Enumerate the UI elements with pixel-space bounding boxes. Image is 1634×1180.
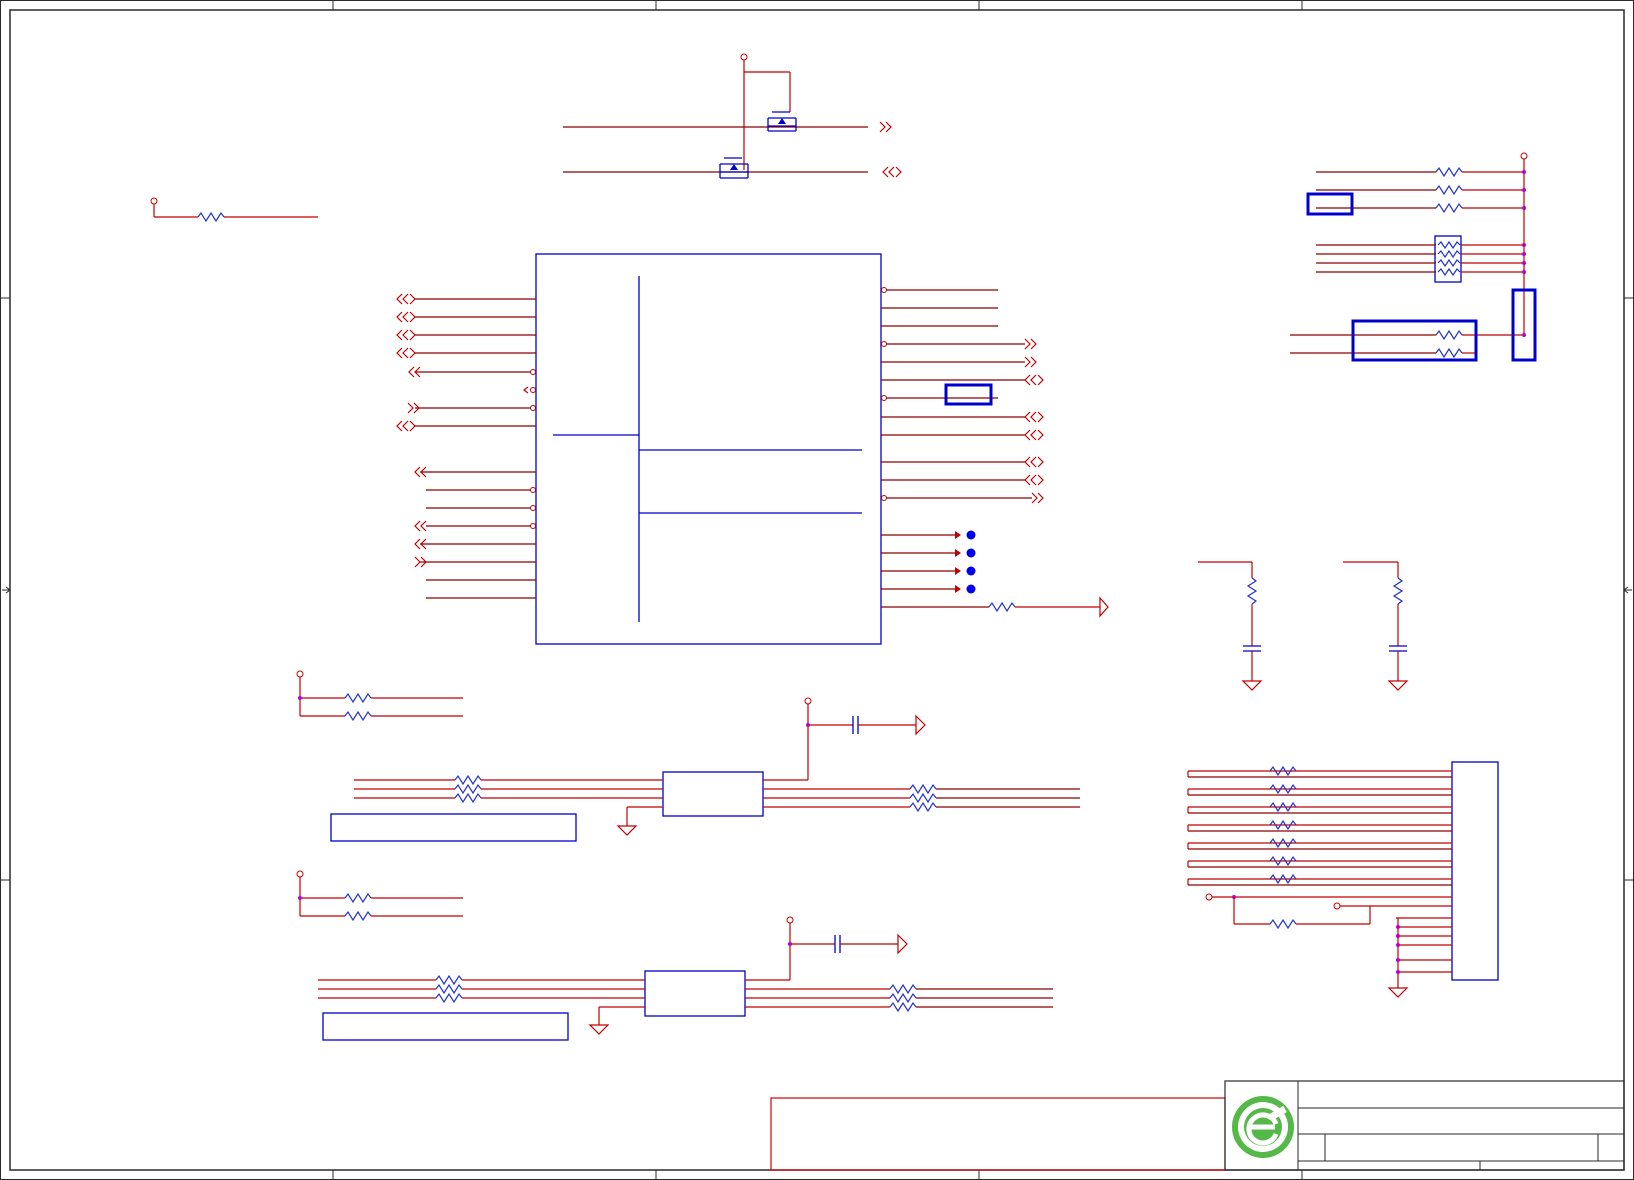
test-point-icon [966,548,976,558]
bidir-port-arrow-icon [396,420,416,432]
interface-ic-2 [318,916,1053,1041]
resistor-icon [909,783,937,795]
power-port-icon [150,197,158,205]
rc-filter-1 [1198,561,1263,691]
resistor-icon [1435,202,1463,214]
port-flag-icon [1099,596,1109,618]
interface-ic-1 [330,697,1080,842]
test-point-icon [966,566,976,576]
resistor-icon [1435,166,1463,178]
power-port-icon [296,870,304,878]
ground-icon [1387,987,1409,998]
resistor-icon [197,211,225,223]
mosfet-level-shifter [563,53,902,179]
resistor-icon [435,992,463,1004]
left-pointer-icon [2,586,11,594]
output-port-arrow-icon [1024,356,1037,368]
resistor-icon [344,710,372,722]
mosfet-q1-icon [767,111,797,132]
title-block [1224,1080,1625,1171]
main-ic [535,253,882,645]
bidir-port-arrow-icon [882,166,902,178]
output-port-arrow-icon [1024,338,1037,350]
resistor-icon [1435,184,1463,196]
test-point-icon [966,584,976,594]
schematic-sheet [0,0,1634,1180]
ic-body [662,771,764,817]
resistor-icon [909,792,937,804]
power-port-icon [296,670,304,678]
ic-body [644,970,746,1017]
series-resistor-rows [1187,765,1452,886]
resistor-icon [988,601,1016,613]
resistor-icon [454,783,482,795]
pullup-pair-1 [296,670,463,722]
power-port-icon [804,697,812,705]
highlight-box [1351,319,1478,362]
ground-icon [588,1024,610,1035]
pullup-network-top-right [1290,152,1537,362]
input-port-arrow-icon [414,520,427,532]
bidir-port-arrow-icon [1024,474,1044,486]
rc-filter-2 [1343,561,1409,691]
highlight-box [1306,192,1354,216]
output-port-arrow-icon [1031,492,1044,504]
resistor-icon [435,974,463,986]
resistor-icon [344,692,372,704]
ground-icon [915,714,926,736]
sheet-frame [0,0,1634,1180]
resistor-icon [1392,577,1404,605]
power-port-icon [740,53,748,61]
note-box [322,1012,569,1041]
resistor-icon [1246,577,1258,605]
pullup-pair-2 [296,870,463,922]
bidir-port-arrow-icon [1024,429,1044,441]
resistor-icon [889,992,917,1004]
resistor-icon [1269,918,1297,930]
resistor-icon [454,792,482,804]
power-port-icon [786,916,794,924]
resistor-icon [1435,329,1463,341]
highlight-box [944,383,993,406]
bidir-port-arrow-icon [1024,374,1044,386]
note-box [330,813,577,842]
ground-icon [1387,680,1409,691]
main-ic-right-pins [881,287,1109,618]
resistor-icon [1435,347,1463,359]
pullup-resistor-top-left [150,197,318,223]
ground-icon [1241,680,1263,691]
resistor-icon [435,983,463,995]
power-port-icon [1205,893,1213,901]
bidir-port-arrow-icon [396,293,416,305]
resistor-icon [454,774,482,786]
resistor-icon [909,801,937,813]
main-ic-left-pins [396,293,536,599]
connector-body [1451,761,1499,981]
revision-box [770,1097,1226,1171]
power-port-icon [1333,902,1341,910]
company-logo-icon [1232,1096,1294,1158]
bidir-port-arrow-icon [396,347,416,359]
ic-body [535,253,882,645]
resistor-icon [344,892,372,904]
bidir-port-arrow-icon [1024,456,1044,468]
connector-block [1187,761,1499,998]
output-port-arrow-icon [879,121,892,133]
bidir-port-arrow-icon [396,329,416,341]
resistor-icon [889,983,917,995]
bidir-port-arrow-icon [396,311,416,323]
ground-icon [616,825,638,836]
test-point-icon [966,530,976,540]
right-pointer-icon [1623,586,1632,594]
power-port-icon [1520,152,1528,160]
ground-icon [897,933,908,955]
resistor-icon [889,1001,917,1013]
resistor-icon [344,910,372,922]
bidir-port-arrow-icon [1024,411,1044,423]
